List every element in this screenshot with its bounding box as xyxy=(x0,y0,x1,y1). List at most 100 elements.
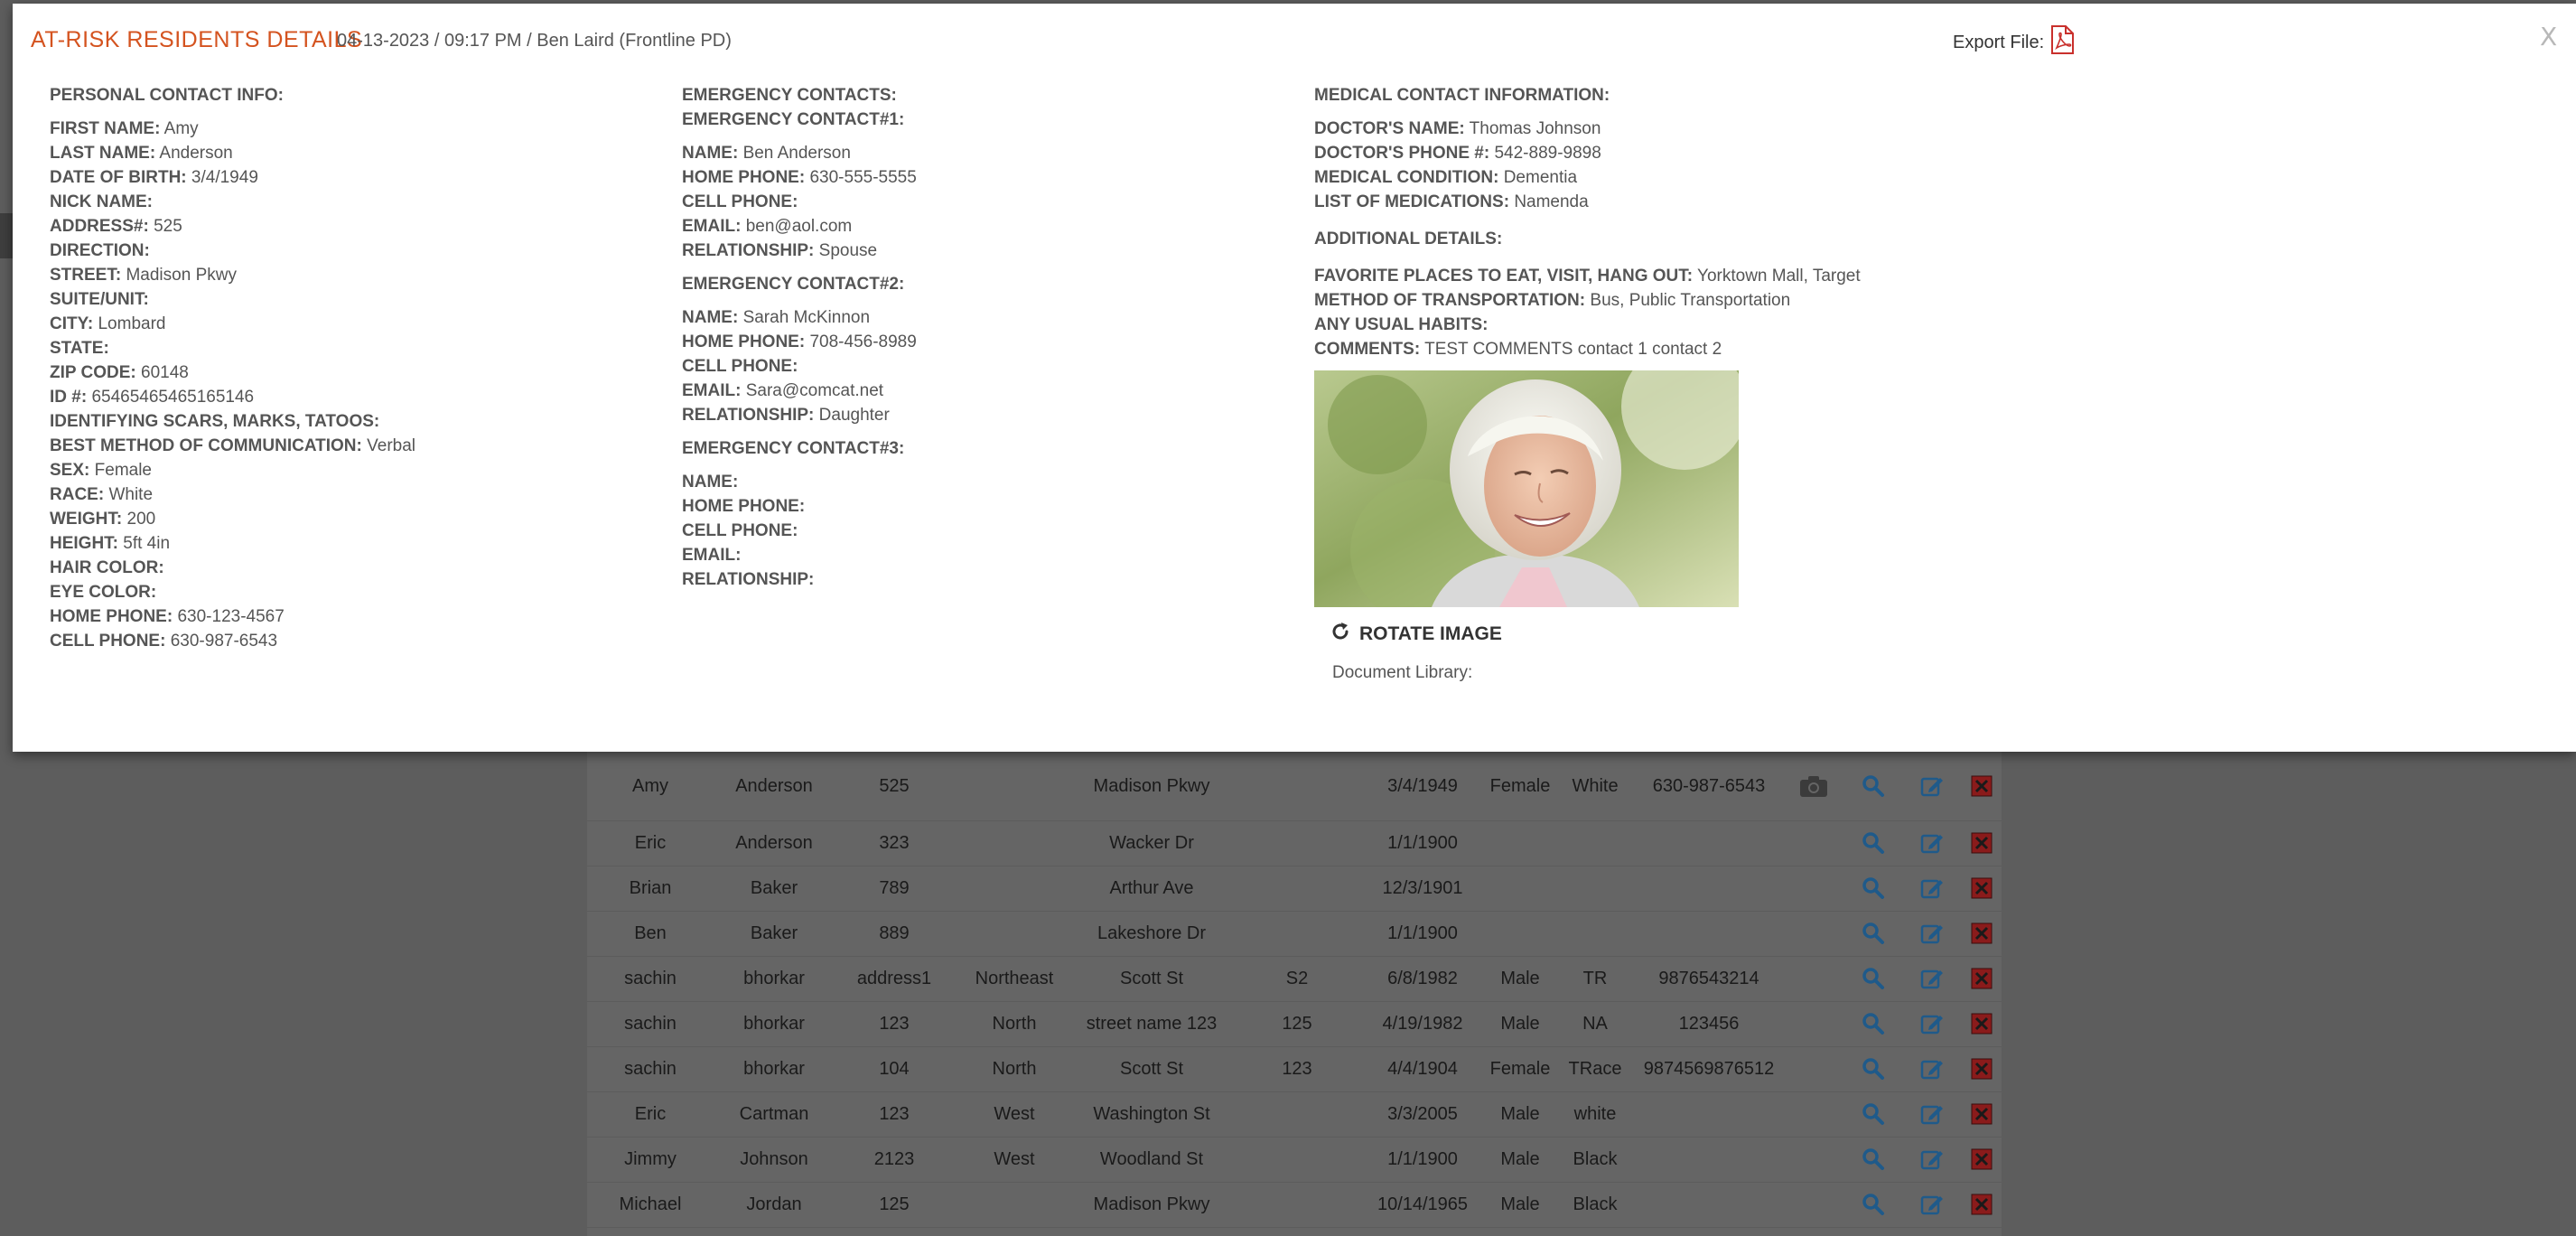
table-cell: 9874569876512 xyxy=(1643,1058,1775,1079)
medical-field-value: 542-889-9898 xyxy=(1494,144,1601,163)
table-row[interactable]: Michael Jordan 125 Madison Pkwy 10/14/1965 Ma… xyxy=(587,1182,2002,1228)
search-icon[interactable] xyxy=(1862,820,1885,866)
search-icon[interactable] xyxy=(1862,911,1885,956)
edit-icon[interactable] xyxy=(1920,1046,1944,1091)
edit-icon[interactable] xyxy=(1920,911,1944,956)
additional-field-label: FAVORITE PLACES TO EAT, VISIT, HANG OUT: xyxy=(1314,267,1694,286)
additional-field: FAVORITE PLACES TO EAT, VISIT, HANG OUT:… xyxy=(1314,264,1861,288)
table-cell: 630-987-6543 xyxy=(1652,775,1766,796)
emergency-field-label: EMAIL: xyxy=(682,217,742,236)
personal-field-label: RACE: xyxy=(50,485,105,504)
personal-field: SEX: Female xyxy=(50,458,415,482)
search-icon[interactable] xyxy=(1862,752,1885,820)
emergency-field: CELL PHONE: xyxy=(682,354,917,379)
table-row[interactable]: sachin bhorkar 123 North street name 123 125 4… xyxy=(587,1001,2002,1047)
camera-icon[interactable] xyxy=(1798,752,1829,820)
personal-field-label: IDENTIFYING SCARS, MARKS, TATOOS: xyxy=(50,412,380,431)
search-icon[interactable] xyxy=(1862,1046,1885,1091)
personal-field-label: SEX: xyxy=(50,461,90,480)
table-cell: bhorkar xyxy=(743,1058,805,1079)
table-cell: Female xyxy=(1489,1058,1551,1079)
table-row[interactable]: Brian Baker 789 Arthur Ave 12/3/1901 xyxy=(587,866,2002,912)
table-cell: Baker xyxy=(750,922,798,943)
search-icon[interactable] xyxy=(1862,1182,1885,1227)
delete-icon[interactable] xyxy=(1971,752,1993,820)
search-icon[interactable] xyxy=(1862,956,1885,1001)
table-cell: Northeast xyxy=(975,968,1054,988)
search-icon[interactable] xyxy=(1862,1091,1885,1137)
table-cell: 123 xyxy=(879,1103,910,1124)
personal-field-value: 630-987-6543 xyxy=(170,632,278,651)
personal-field-label: CELL PHONE: xyxy=(50,632,166,651)
table-cell: Lakeshore Dr xyxy=(1097,922,1207,943)
delete-icon[interactable] xyxy=(1971,956,1993,1001)
edit-icon[interactable] xyxy=(1920,752,1944,820)
table-cell: 10/14/1965 xyxy=(1377,1194,1469,1214)
table-row[interactable]: sachin bhorkar address1 Northeast Scott St S2… xyxy=(587,956,2002,1002)
personal-field-label: CITY: xyxy=(50,314,94,333)
close-button[interactable]: X xyxy=(2540,22,2557,52)
personal-field-label: DATE OF BIRTH: xyxy=(50,168,187,187)
emergency-field: CELL PHONE: xyxy=(682,190,917,214)
table-cell: 6/8/1982 xyxy=(1387,968,1458,988)
rotate-icon xyxy=(1330,622,1350,647)
personal-field-value: Anderson xyxy=(159,144,233,163)
table-cell: 123 xyxy=(879,1013,910,1034)
emergency-field-label: HOME PHONE: xyxy=(682,497,806,516)
additional-field-label: METHOD OF TRANSPORTATION: xyxy=(1314,291,1586,310)
search-icon[interactable] xyxy=(1862,1001,1885,1046)
table-cell: Male xyxy=(1500,1194,1540,1214)
edit-icon[interactable] xyxy=(1920,1091,1944,1137)
edit-icon[interactable] xyxy=(1920,866,1944,911)
table-cell: Cartman xyxy=(739,1103,809,1124)
emergency-field-value: 630-555-5555 xyxy=(809,168,917,187)
table-cell: Woodland St xyxy=(1099,1148,1204,1169)
rotate-image-label: ROTATE IMAGE xyxy=(1359,623,1502,644)
delete-icon[interactable] xyxy=(1971,1091,1993,1137)
table-cell: Black xyxy=(1573,1148,1618,1169)
document-library-label: Document Library: xyxy=(1332,663,1473,682)
table-cell: Johnson xyxy=(740,1148,808,1169)
table-row[interactable]: Eric Anderson 323 Wacker Dr 1/1/1900 xyxy=(587,820,2002,866)
personal-field-value: Amy xyxy=(163,119,199,138)
table-row[interactable]: Jimmy Johnson 2123 West Woodland St 1/1/1900 M… xyxy=(587,1137,2002,1183)
edit-icon[interactable] xyxy=(1920,956,1944,1001)
personal-field-value: 60148 xyxy=(141,363,189,382)
personal-field: HAIR COLOR: xyxy=(50,556,415,580)
export-file-label: Export File: xyxy=(1953,32,2045,52)
personal-field: HEIGHT: 5ft 4in xyxy=(50,531,415,556)
search-icon[interactable] xyxy=(1862,1137,1885,1182)
edit-icon[interactable] xyxy=(1920,1137,1944,1182)
table-cell: 3/3/2005 xyxy=(1387,1103,1458,1124)
delete-icon[interactable] xyxy=(1971,1137,1993,1182)
table-cell: 4/19/1982 xyxy=(1382,1013,1463,1034)
medical-field-label: MEDICAL CONDITION: xyxy=(1314,168,1499,187)
rotate-image-button[interactable]: ROTATE IMAGE xyxy=(1330,622,1861,647)
table-cell: 125 xyxy=(879,1194,910,1214)
table-cell: Brian xyxy=(629,877,672,898)
table-cell: white xyxy=(1573,1103,1617,1124)
delete-icon[interactable] xyxy=(1971,820,1993,866)
pdf-icon[interactable] xyxy=(2049,25,2075,60)
table-row[interactable]: Ben Baker 889 Lakeshore Dr 1/1/1900 xyxy=(587,911,2002,957)
personal-field: STATE: xyxy=(50,336,415,360)
table-cell: S2 xyxy=(1285,968,1309,988)
delete-icon[interactable] xyxy=(1971,1046,1993,1091)
table-row[interactable]: Eric Cartman 123 West Washington St 3/3/2005 M… xyxy=(587,1091,2002,1138)
table-row[interactable]: Amy Anderson 525 Madison Pkwy 3/4/1949 Female… xyxy=(587,752,2002,821)
personal-field: ADDRESS#: 525 xyxy=(50,214,415,239)
delete-icon[interactable] xyxy=(1971,911,1993,956)
delete-icon[interactable] xyxy=(1971,1182,1993,1227)
emergency-field: EMAIL: xyxy=(682,543,917,567)
delete-icon[interactable] xyxy=(1971,1001,1993,1046)
search-icon[interactable] xyxy=(1862,866,1885,911)
edit-icon[interactable] xyxy=(1920,1001,1944,1046)
edit-icon[interactable] xyxy=(1920,820,1944,866)
edit-icon[interactable] xyxy=(1920,1182,1944,1227)
personal-field-value: Lombard xyxy=(98,314,166,333)
delete-icon[interactable] xyxy=(1971,866,1993,911)
table-row[interactable]: sachin bhorkar 104 North Scott St 123 4/4/1904… xyxy=(587,1046,2002,1092)
personal-field: CITY: Lombard xyxy=(50,312,415,336)
table-cell: West xyxy=(994,1148,1035,1169)
table-cell: Madison Pkwy xyxy=(1093,1194,1210,1214)
